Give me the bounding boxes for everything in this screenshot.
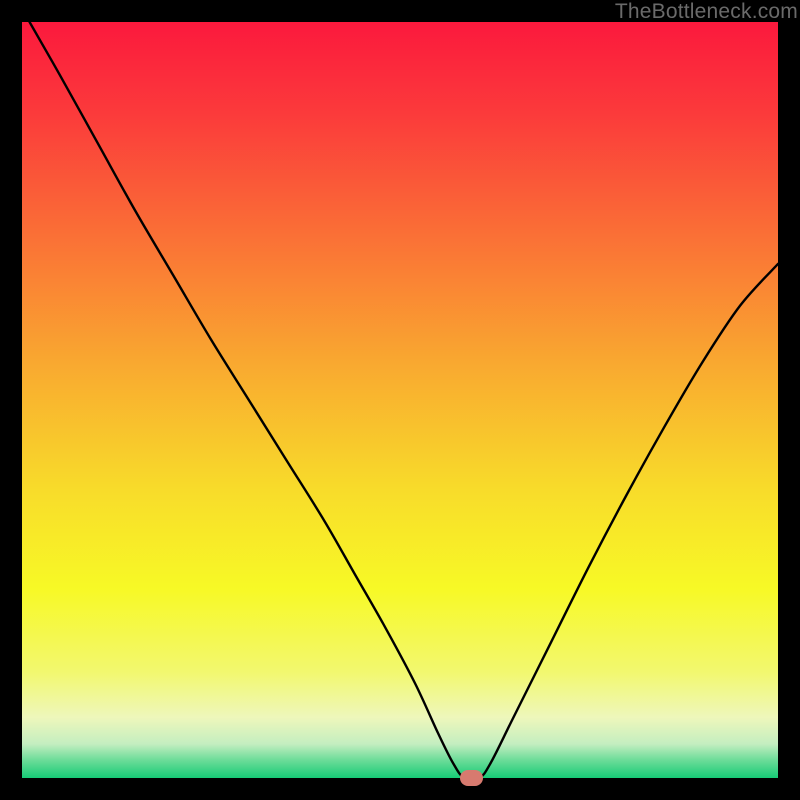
bottleneck-curve xyxy=(22,22,778,778)
plot-area xyxy=(22,22,778,778)
watermark-text: TheBottleneck.com xyxy=(615,0,798,24)
chart-frame xyxy=(22,22,778,778)
optimal-marker xyxy=(460,770,483,785)
